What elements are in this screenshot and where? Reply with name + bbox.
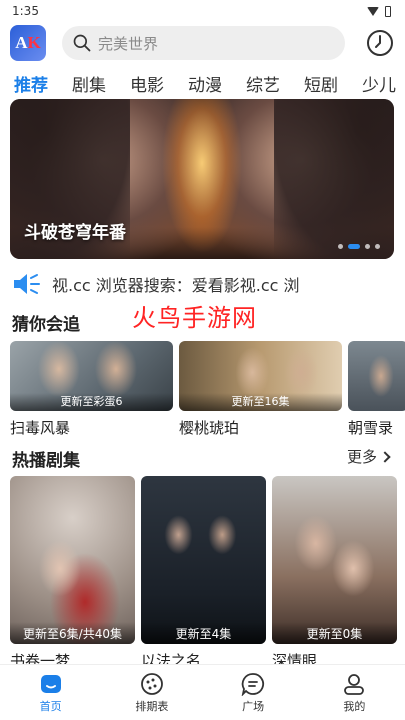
status-bar: 1:35: [0, 0, 405, 22]
status-icons: [367, 5, 391, 17]
search-icon: [73, 34, 91, 52]
nav-label: 我的: [343, 699, 366, 713]
chat-icon: [241, 672, 265, 696]
watermark-text: 火鸟手游网: [132, 306, 257, 332]
poster-thumbnail: 更新至彩蛋6: [10, 341, 173, 411]
nav-square[interactable]: 广场: [223, 672, 283, 714]
home-icon: [40, 674, 61, 693]
nav-schedule[interactable]: 排期表: [122, 672, 182, 714]
poster-thumbnail: 更新至6集/共40集: [10, 476, 135, 644]
poster-thumbnail: 更新至16集: [179, 341, 342, 411]
banner-dot: [338, 244, 343, 249]
list-item[interactable]: 更新至0集 深情眼: [272, 476, 397, 671]
battery-icon: [385, 5, 391, 17]
nav-label: 排期表: [135, 699, 169, 713]
tab-movies[interactable]: 电影: [130, 71, 164, 96]
notice-bar[interactable]: 视.cc 浏览器搜索：爱看影视.cc 浏: [0, 270, 405, 298]
item-title: 樱桃琥珀: [179, 419, 240, 437]
list-item[interactable]: 朝雪录: [348, 341, 405, 438]
hero-banner[interactable]: 斗破苍穹年番: [10, 99, 394, 259]
banner-dot-active: [348, 244, 360, 249]
episode-badge: 更新至彩蛋6: [10, 393, 173, 411]
wifi-icon: [367, 6, 379, 16]
list-item[interactable]: 更新至16集 樱桃琥珀: [179, 341, 342, 438]
hot-list: 更新至6集/共40集 书卷一梦 更新至4集 以法之名 更新至0集 深情眼: [10, 476, 397, 671]
notice-text: 视.cc 浏览器搜索：爱看影视.cc 浏: [52, 276, 300, 295]
banner-art-right: [274, 99, 394, 259]
poster-thumbnail: [348, 341, 405, 411]
banner-dot: [365, 244, 370, 249]
list-item[interactable]: 更新至彩蛋6 扫毒风暴: [10, 341, 173, 438]
search-placeholder: 完美世界: [98, 34, 159, 53]
speaker-icon: [14, 274, 40, 294]
profile-icon: [344, 673, 365, 695]
tab-recommend[interactable]: 推荐: [14, 71, 48, 96]
category-tabs: 推荐 剧集 电影 动漫 综艺 短剧 少儿: [0, 66, 405, 100]
nav-label: 广场: [242, 699, 265, 713]
poster-thumbnail: 更新至4集: [141, 476, 266, 644]
episode-badge: 更新至4集: [141, 622, 266, 644]
episode-badge: 更新至6集/共40集: [10, 622, 135, 644]
banner-pagination: [338, 244, 380, 249]
nav-profile[interactable]: 我的: [324, 672, 384, 714]
poster-thumbnail: 更新至0集: [272, 476, 397, 644]
section-title-hot: 热播剧集: [12, 451, 80, 471]
header: AK 完美世界: [0, 22, 405, 64]
tab-kids[interactable]: 少儿: [362, 71, 396, 96]
more-label: 更多: [346, 448, 377, 466]
item-title: 朝雪录: [348, 419, 394, 437]
tab-series[interactable]: 剧集: [72, 71, 106, 96]
chevron-right-icon: [379, 450, 391, 463]
tab-anime[interactable]: 动漫: [188, 71, 222, 96]
nav-home[interactable]: 首页: [21, 672, 81, 714]
bottom-nav: 首页 排期表 广场 我的: [0, 664, 405, 720]
schedule-icon: [140, 672, 163, 695]
tab-short-drama[interactable]: 短剧: [304, 71, 338, 96]
episode-badge: 更新至16集: [179, 393, 342, 411]
list-item[interactable]: 更新至6集/共40集 书卷一梦: [10, 476, 135, 671]
item-title: 扫毒风暴: [10, 419, 71, 437]
banner-title: 斗破苍穹年番: [24, 223, 126, 243]
nav-label: 首页: [39, 699, 62, 713]
banner-dot: [375, 244, 380, 249]
status-time: 1:35: [12, 4, 39, 18]
episode-badge: 更新至0集: [272, 622, 397, 644]
guess-list: 更新至彩蛋6 扫毒风暴 更新至16集 樱桃琥珀 朝雪录: [10, 341, 405, 438]
app-logo[interactable]: AK: [10, 25, 46, 61]
section-title-guess: 猜你会追: [12, 315, 80, 335]
tab-variety[interactable]: 综艺: [246, 71, 280, 96]
list-item[interactable]: 更新至4集 以法之名: [141, 476, 266, 671]
history-icon[interactable]: [365, 28, 395, 58]
more-link[interactable]: 更多: [346, 446, 391, 467]
search-bar[interactable]: 完美世界: [62, 26, 345, 60]
